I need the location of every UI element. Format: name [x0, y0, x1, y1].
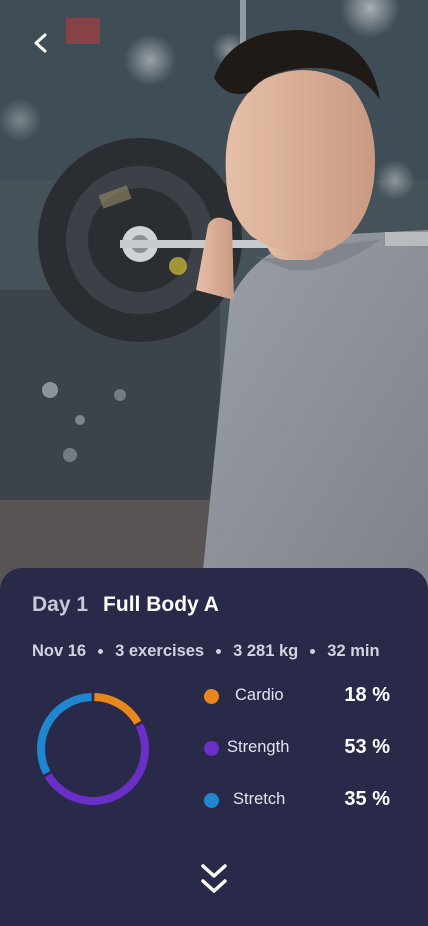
- legend-label-stretch: Stretch: [233, 790, 286, 808]
- separator-dot: [216, 649, 222, 654]
- strength-dot: [204, 741, 219, 756]
- day-label: Day 1: [32, 593, 89, 616]
- workout-summary-card: Day 1 Full Body A Nov 16 3 exercises 3 2…: [0, 568, 428, 926]
- legend-value-stretch: 35 %: [344, 788, 390, 810]
- legend-item-strength: Strength 53 %: [204, 736, 394, 760]
- workout-volume: 3 281 kg: [233, 642, 299, 660]
- double-chevron-down-icon: [201, 864, 227, 893]
- stretch-dot: [204, 793, 219, 808]
- legend-item-cardio: Cardio 18 %: [204, 684, 394, 708]
- chevron-left-icon: [34, 33, 47, 53]
- workout-name: Full Body A: [103, 593, 219, 616]
- legend-item-stretch: Stretch 35 %: [204, 788, 394, 812]
- legend-value-cardio: 18 %: [344, 684, 390, 706]
- legend-value-strength: 53 %: [344, 736, 390, 758]
- workout-date: Nov 16: [32, 642, 87, 660]
- legend-label-strength: Strength: [227, 738, 290, 756]
- workout-duration: 32 min: [327, 642, 380, 660]
- workout-title: Day 1 Full Body A: [32, 593, 219, 617]
- legend-label-cardio: Cardio: [235, 686, 284, 704]
- separator-dot: [310, 649, 316, 654]
- donut-segment-stretch: [37, 693, 92, 775]
- breakdown-donut-chart: [37, 693, 149, 805]
- hero-photo: [0, 0, 428, 600]
- back-button[interactable]: [24, 26, 58, 60]
- workout-meta: Nov 16 3 exercises 3 281 kg 32 min: [32, 642, 380, 661]
- expand-button[interactable]: [196, 862, 232, 898]
- gym-photo: [0, 0, 428, 600]
- donut-segment-cardio: [94, 693, 142, 725]
- exercise-count: 3 exercises: [115, 642, 205, 660]
- separator-dot: [98, 649, 104, 654]
- cardio-dot: [204, 689, 219, 704]
- donut-segment-strength: [44, 723, 149, 805]
